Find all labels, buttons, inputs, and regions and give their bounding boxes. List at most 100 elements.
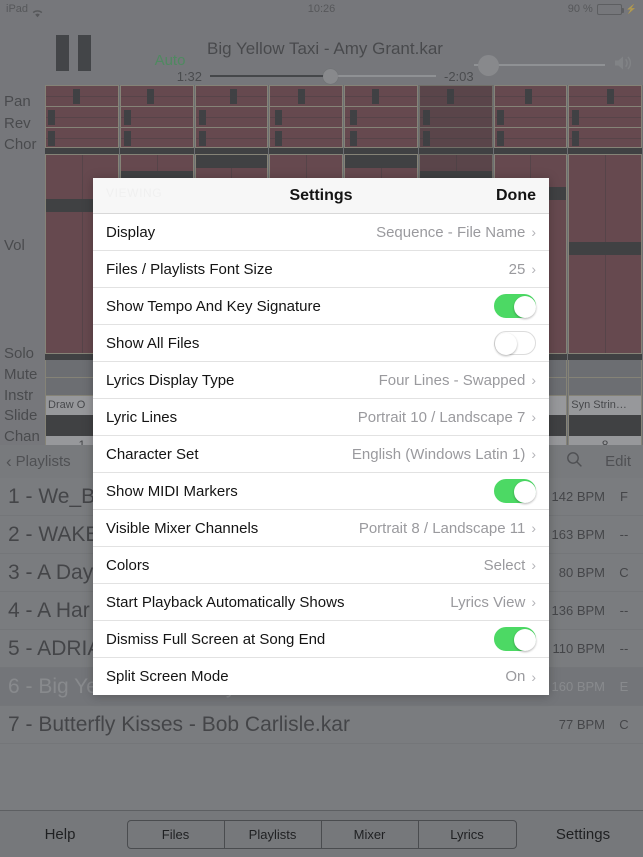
chorus-slider[interactable] — [344, 127, 418, 148]
instrument-name[interactable]: Syn Strin… — [568, 396, 642, 415]
pan-slider[interactable] — [194, 85, 269, 106]
pan-slider[interactable] — [418, 85, 493, 106]
segment-files[interactable]: Files — [128, 820, 225, 848]
reverb-slider[interactable] — [493, 106, 568, 127]
pan-slider[interactable] — [568, 85, 642, 106]
status-bar-clock: 10:26 — [307, 3, 336, 15]
chevron-right-icon: › — [531, 261, 536, 277]
volume-slider[interactable] — [472, 52, 611, 78]
song-key: E — [619, 679, 629, 694]
settings-row[interactable]: Start Playback Automatically Shows Lyrics… — [93, 584, 549, 621]
settings-row[interactable]: Colors Select › — [93, 547, 549, 584]
settings-row[interactable]: Files / Playlists Font Size 25 › — [93, 251, 549, 288]
reverb-slider[interactable] — [568, 106, 642, 127]
settings-row-label: Dismiss Full Screen at Song End — [106, 630, 326, 648]
song-row[interactable]: 7 - Butterfly Kisses - Bob Carlisle.kar 7… — [0, 706, 643, 744]
back-to-playlists-button[interactable]: ‹ Playlists — [6, 452, 71, 472]
segmented-control-wrap: Files Playlists Mixer Lyrics — [120, 819, 523, 849]
settings-row-label: Visible Mixer Channels — [106, 519, 259, 537]
settings-row-label: Show All Files — [106, 334, 200, 352]
mixer-label-solo: Solo — [4, 345, 35, 362]
segment-lyrics[interactable]: Lyrics — [419, 821, 516, 848]
settings-row[interactable]: Show All Files — [93, 325, 549, 362]
volume-control — [472, 52, 637, 78]
settings-toggle[interactable] — [494, 627, 536, 651]
volume-fader[interactable] — [568, 154, 642, 354]
settings-row[interactable]: Dismiss Full Screen at Song End — [93, 621, 549, 658]
chorus-slider[interactable] — [493, 127, 568, 148]
back-button-label: Playlists — [15, 453, 71, 470]
settings-row[interactable]: Split Screen Mode On › — [93, 658, 549, 695]
status-bar-right: 90 % ⚡ — [568, 0, 637, 19]
volume-slider-knob[interactable] — [478, 55, 499, 76]
pan-slider[interactable] — [493, 85, 568, 106]
speaker-icon[interactable] — [611, 54, 637, 77]
settings-toggle[interactable] — [494, 331, 536, 355]
song-key: -- — [619, 603, 629, 618]
chorus-slider[interactable] — [568, 127, 642, 148]
pan-slider[interactable] — [45, 85, 119, 106]
mixer-label-chan: Chan — [4, 428, 40, 445]
view-segmented-control[interactable]: Files Playlists Mixer Lyrics — [126, 819, 517, 849]
reverb-slider[interactable] — [194, 106, 269, 127]
settings-toggle[interactable] — [494, 294, 536, 318]
reverb-slider[interactable] — [45, 106, 119, 127]
mixer-label-pan: Pan — [4, 93, 31, 110]
pause-icon[interactable] — [56, 35, 96, 71]
chorus-slider[interactable] — [119, 127, 194, 148]
chorus-slider[interactable] — [45, 127, 119, 148]
settings-button[interactable]: Settings — [523, 826, 643, 843]
battery-icon — [596, 4, 624, 15]
segment-mixer[interactable]: Mixer — [322, 820, 419, 848]
solo-button[interactable] — [568, 360, 642, 378]
settings-row-label: Files / Playlists Font Size — [106, 260, 273, 278]
chorus-slider[interactable] — [269, 127, 343, 148]
elapsed-time: 1:32 — [176, 68, 202, 84]
progress-slider[interactable] — [210, 69, 436, 84]
settings-row[interactable]: Show Tempo And Key Signature — [93, 288, 549, 325]
song-key: -- — [619, 641, 629, 656]
settings-row[interactable]: Character Set English (Windows Latin 1) › — [93, 436, 549, 473]
settings-row[interactable]: Lyrics Display Type Four Lines - Swapped › — [93, 362, 549, 399]
reverb-slider[interactable] — [344, 106, 418, 127]
chevron-right-icon: › — [531, 224, 536, 240]
chevron-right-icon: › — [531, 557, 536, 573]
song-key: C — [619, 717, 629, 732]
reverb-slider[interactable] — [269, 106, 343, 127]
chorus-slider[interactable] — [418, 127, 493, 148]
mixer-channel-strip[interactable]: Syn Strin…8 — [568, 85, 643, 454]
progress-slider-knob[interactable] — [323, 69, 338, 84]
help-button[interactable]: Help — [0, 826, 120, 843]
song-bpm: 77 BPM — [558, 717, 605, 732]
settings-row[interactable]: Show MIDI Markers — [93, 473, 549, 510]
settings-toggle[interactable] — [494, 479, 536, 503]
pan-slider[interactable] — [344, 85, 418, 106]
slide-control[interactable] — [568, 415, 642, 436]
pan-slider[interactable] — [269, 85, 343, 106]
chevron-right-icon: › — [531, 409, 536, 425]
settings-row-value: On — [505, 668, 526, 685]
mixer-label-vol: Vol — [4, 237, 25, 254]
settings-row-label: Display — [106, 223, 156, 241]
song-key: -- — [619, 527, 629, 542]
chorus-slider[interactable] — [194, 127, 269, 148]
progress-remaining — [329, 75, 436, 77]
chevron-right-icon: › — [531, 372, 536, 388]
reverb-slider[interactable] — [119, 106, 194, 127]
song-key: F — [620, 489, 628, 504]
settings-row-label: Colors — [106, 556, 150, 574]
mixer-label-chor: Chor — [4, 136, 37, 153]
settings-row[interactable]: Lyric Lines Portrait 10 / Landscape 7 › — [93, 399, 549, 436]
search-icon[interactable] — [566, 451, 583, 472]
mute-button[interactable] — [568, 378, 642, 396]
edit-button[interactable]: Edit — [605, 453, 631, 470]
settings-row[interactable]: Visible Mixer Channels Portrait 8 / Lands… — [93, 510, 549, 547]
pan-slider[interactable] — [119, 85, 194, 106]
settings-row-list[interactable]: Display Sequence - File Name › Files / Play… — [93, 214, 549, 695]
now-playing-title: Big Yellow Taxi - Amy Grant.kar — [207, 39, 443, 58]
reverb-slider[interactable] — [418, 106, 493, 127]
song-key: C — [619, 565, 629, 580]
done-button[interactable]: Done — [496, 187, 536, 205]
segment-playlists[interactable]: Playlists — [225, 820, 322, 848]
settings-row[interactable]: Display Sequence - File Name › — [93, 214, 549, 251]
